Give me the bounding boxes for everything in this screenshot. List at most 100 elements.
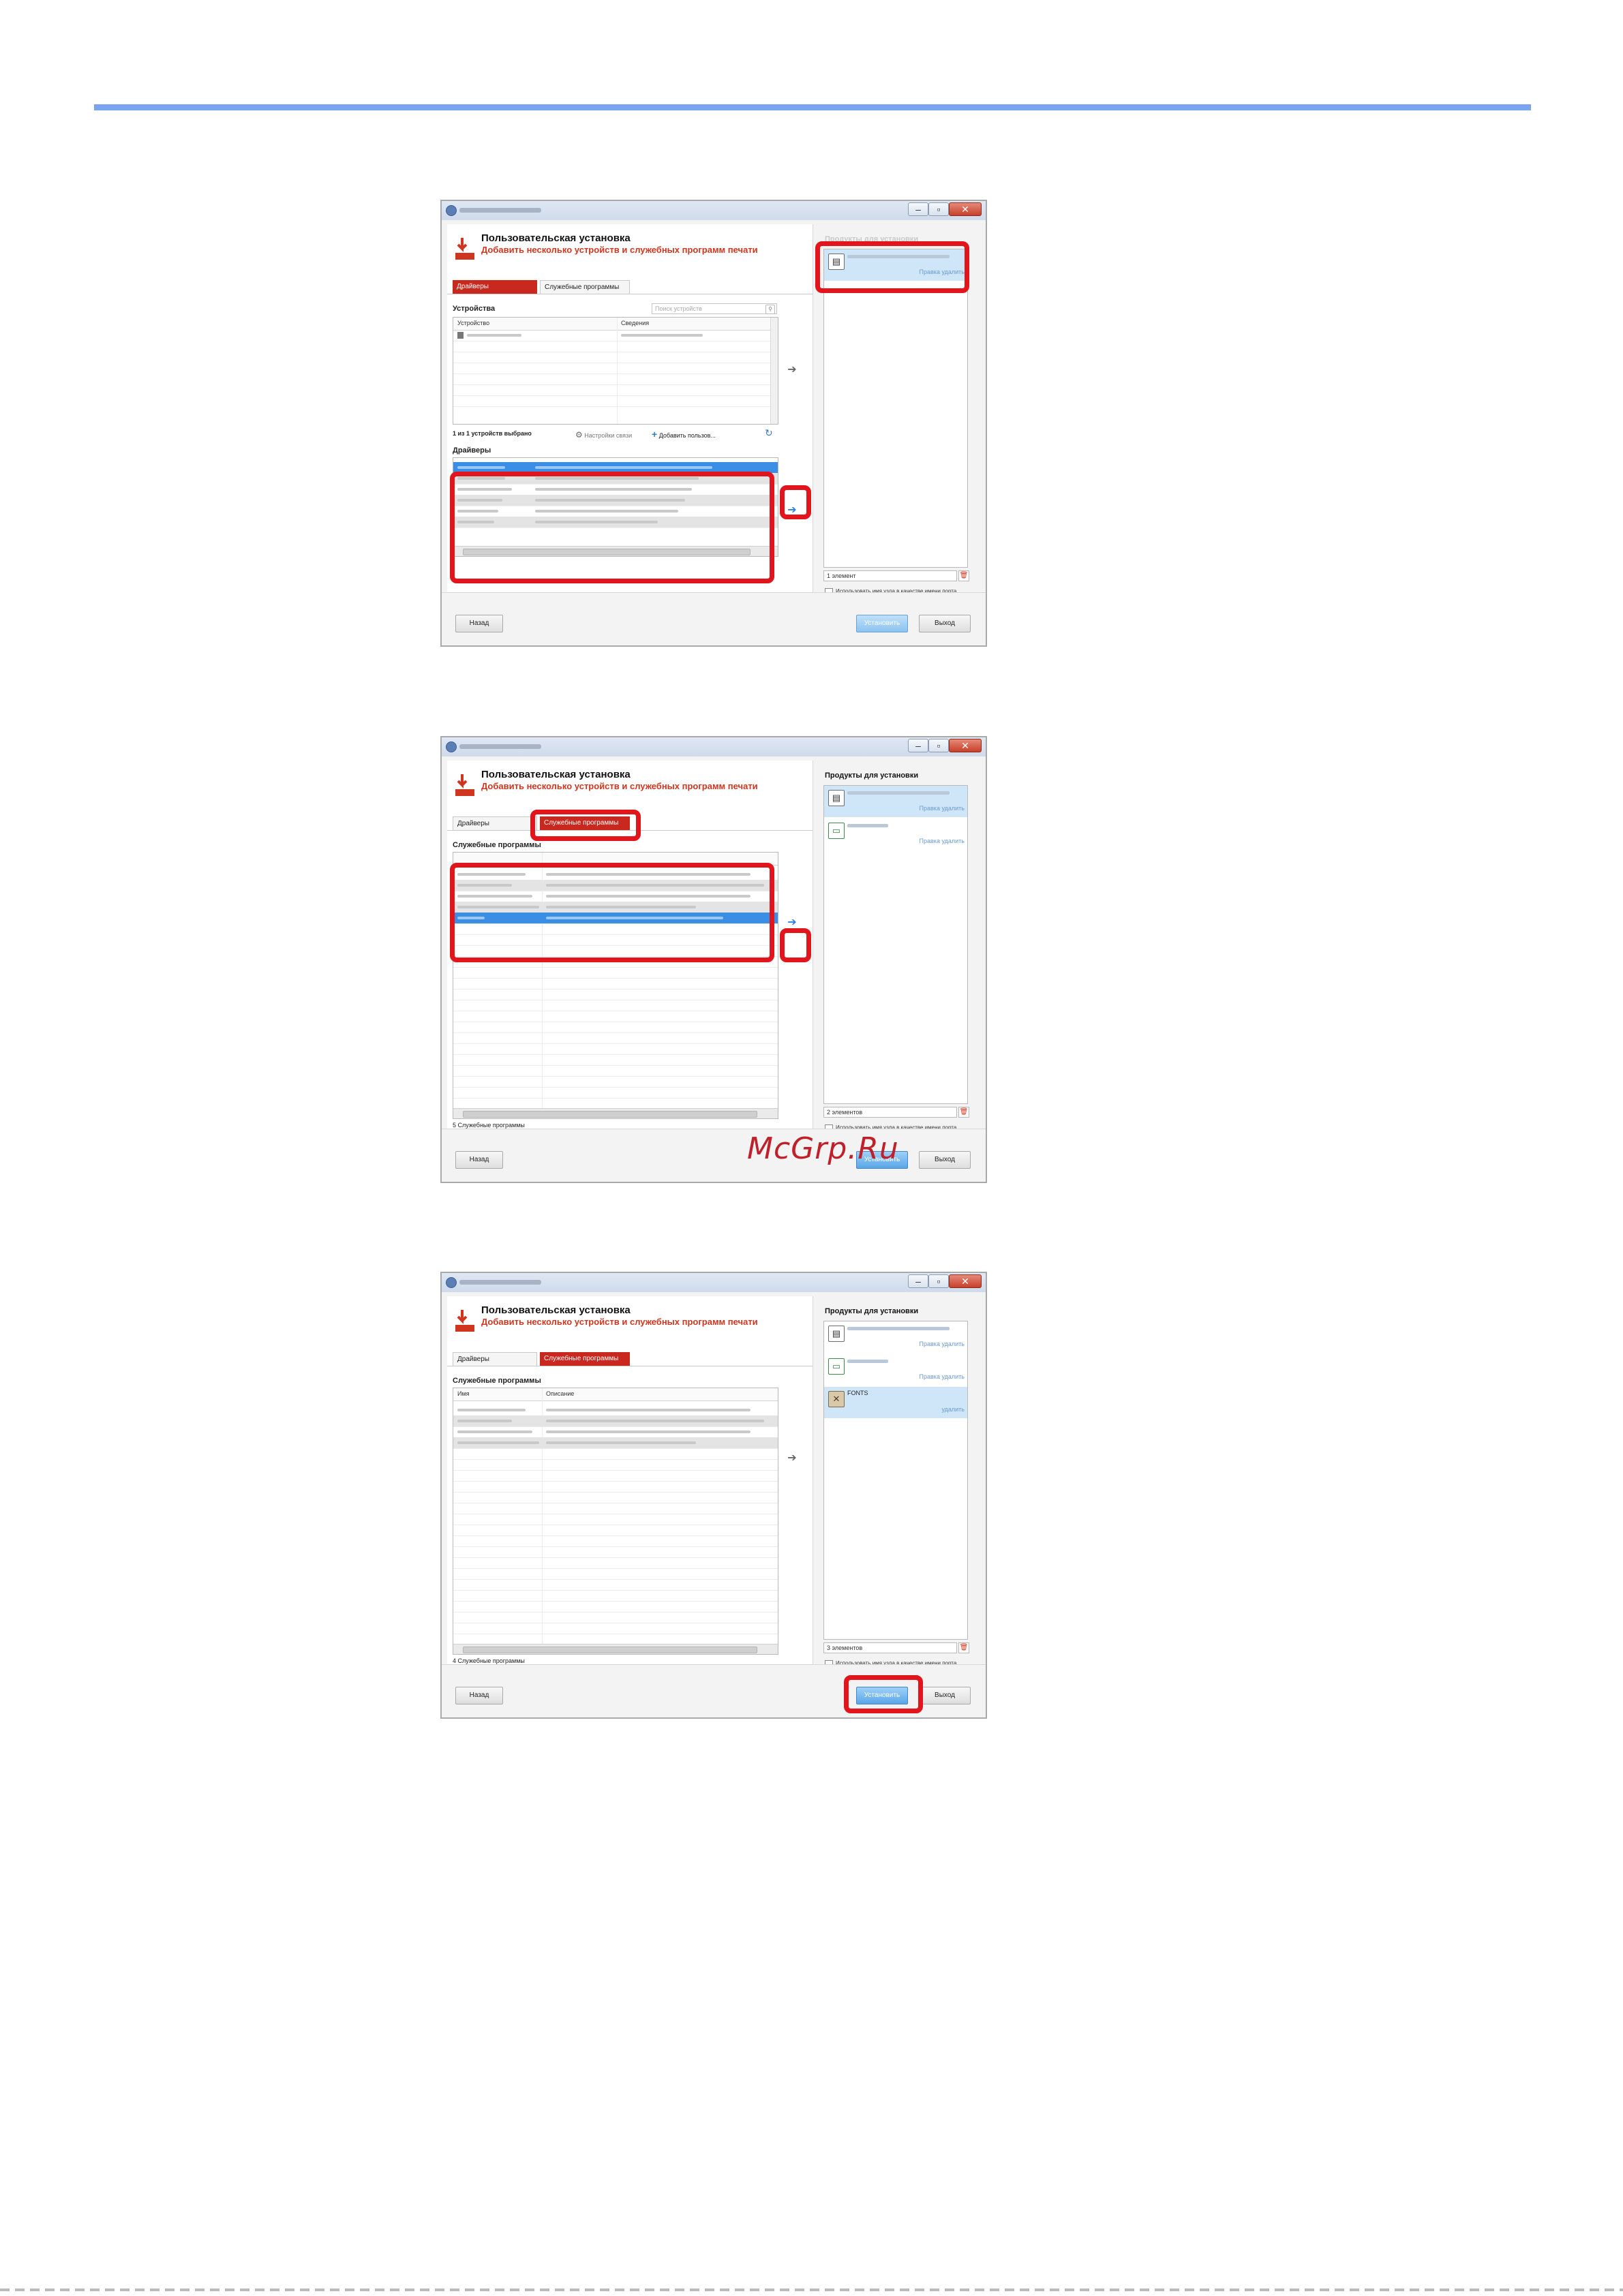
product-edit-remove-links[interactable]: Правка удалить [920, 805, 965, 812]
table-row[interactable] [453, 1459, 778, 1471]
close-button[interactable]: ✕ [949, 202, 982, 216]
connection-settings-link[interactable]: ⚙ Настройки связи [575, 430, 632, 440]
add-device-arrow-icon[interactable]: ➔ [785, 363, 799, 377]
install-button[interactable]: Установить [856, 615, 908, 632]
trash-icon[interactable]: 🗑 [958, 1642, 969, 1653]
exit-button[interactable]: Выход [919, 615, 971, 632]
table-row[interactable] [453, 945, 778, 957]
table-row[interactable] [453, 1535, 778, 1547]
list-item[interactable] [453, 462, 778, 474]
table-row[interactable] [453, 363, 778, 374]
list-item[interactable] [453, 891, 778, 902]
table-row[interactable] [453, 1022, 778, 1033]
list-item[interactable] [453, 495, 778, 506]
product-edit-remove-links[interactable]: Правка удалить [920, 838, 965, 844]
table-row[interactable] [453, 1492, 778, 1503]
table-row[interactable] [453, 1623, 778, 1634]
table-row[interactable] [453, 341, 778, 352]
add-custom-device-link[interactable]: + Добавить пользов... [652, 429, 716, 440]
table-row[interactable] [453, 1546, 778, 1558]
table-row[interactable] [453, 1076, 778, 1088]
list-item[interactable] [453, 1405, 778, 1416]
tab-utilities[interactable]: Служебные программы [540, 280, 630, 294]
tab-drivers[interactable]: Драйверы [453, 1352, 537, 1366]
table-row[interactable] [453, 934, 778, 946]
minimize-button[interactable]: – [908, 1274, 928, 1288]
table-row[interactable] [453, 1065, 778, 1077]
table-row[interactable] [453, 1000, 778, 1011]
list-item[interactable] [453, 473, 778, 485]
drivers-horizontal-scrollbar[interactable] [453, 546, 778, 556]
product-remove-link[interactable]: удалить [941, 1406, 965, 1413]
trash-icon[interactable]: 🗑 [958, 1107, 969, 1118]
table-row[interactable] [453, 1557, 778, 1569]
table-row[interactable] [453, 1514, 778, 1525]
table-row[interactable] [453, 1568, 778, 1580]
table-row[interactable] [453, 373, 778, 385]
product-item-fonts[interactable]: ✕ FONTS удалить [824, 1387, 967, 1418]
back-button[interactable]: Назад [455, 1151, 503, 1169]
minimize-button[interactable]: – [908, 739, 928, 752]
product-item[interactable]: ▤ Правка удалить [824, 1321, 967, 1353]
maximize-button[interactable]: ▫ [928, 202, 949, 216]
tab-utilities[interactable]: Служебные программы [540, 1352, 630, 1366]
table-row[interactable] [453, 1054, 778, 1066]
tab-utilities[interactable]: Служебные программы [540, 816, 630, 830]
table-row[interactable] [453, 967, 778, 979]
maximize-button[interactable]: ▫ [928, 739, 949, 752]
product-item[interactable]: ▭ Правка удалить [824, 818, 967, 850]
tab-drivers[interactable]: Драйверы [453, 816, 537, 830]
table-row[interactable] [453, 1503, 778, 1514]
table-row[interactable] [453, 1525, 778, 1536]
table-row[interactable] [453, 1601, 778, 1612]
close-button[interactable]: ✕ [949, 739, 982, 752]
table-row[interactable] [453, 1612, 778, 1623]
table-row[interactable] [453, 384, 778, 396]
list-item[interactable] [453, 1426, 778, 1438]
product-edit-remove-links[interactable]: Правка удалить [920, 1373, 965, 1380]
table-row[interactable] [453, 1087, 778, 1099]
list-item[interactable] [453, 880, 778, 891]
tab-drivers[interactable]: Драйверы [453, 280, 537, 294]
table-row[interactable] [453, 1590, 778, 1602]
refresh-icon[interactable]: ↻ [765, 427, 773, 439]
table-row[interactable] [453, 1481, 778, 1493]
exit-button[interactable]: Выход [919, 1687, 971, 1704]
list-item[interactable] [453, 506, 778, 517]
table-row[interactable] [453, 989, 778, 1000]
add-utility-arrow-icon[interactable]: ➔ [785, 1452, 799, 1465]
utilities-horizontal-scrollbar[interactable] [453, 1108, 778, 1118]
list-item[interactable] [453, 484, 778, 495]
list-item[interactable] [453, 913, 778, 924]
product-item[interactable]: ▭ Правка удалить [824, 1354, 967, 1386]
table-row[interactable] [453, 395, 778, 407]
table-row[interactable] [453, 1470, 778, 1482]
product-item[interactable]: ▤ Правка удалить [824, 786, 967, 817]
list-item[interactable] [453, 517, 778, 528]
utilities-horizontal-scrollbar[interactable] [453, 1644, 778, 1654]
table-row[interactable] [453, 330, 778, 341]
search-icon[interactable]: ⚲ [765, 305, 775, 314]
list-item[interactable] [453, 902, 778, 913]
add-driver-arrow-icon[interactable]: ➔ [785, 504, 799, 517]
install-button[interactable]: Установить [856, 1687, 908, 1704]
list-item[interactable] [453, 869, 778, 881]
table-row[interactable] [453, 923, 778, 935]
table-row[interactable] [453, 1032, 778, 1044]
back-button[interactable]: Назад [455, 615, 503, 632]
back-button[interactable]: Назад [455, 1687, 503, 1704]
table-row[interactable] [453, 1043, 778, 1055]
exit-button[interactable]: Выход [919, 1151, 971, 1169]
product-edit-remove-links[interactable]: Правка удалить [920, 269, 965, 275]
table-row[interactable] [453, 352, 778, 363]
product-item[interactable]: ▤ Правка удалить [824, 249, 967, 281]
table-row[interactable] [453, 1011, 778, 1022]
table-row[interactable] [453, 956, 778, 968]
minimize-button[interactable]: – [908, 202, 928, 216]
table-row[interactable] [453, 978, 778, 990]
maximize-button[interactable]: ▫ [928, 1274, 949, 1288]
close-button[interactable]: ✕ [949, 1274, 982, 1288]
trash-icon[interactable]: 🗑 [958, 570, 969, 581]
device-search-input[interactable]: Поиск устройств ⚲ [652, 303, 777, 314]
add-utility-arrow-icon[interactable]: ➔ [785, 916, 799, 930]
